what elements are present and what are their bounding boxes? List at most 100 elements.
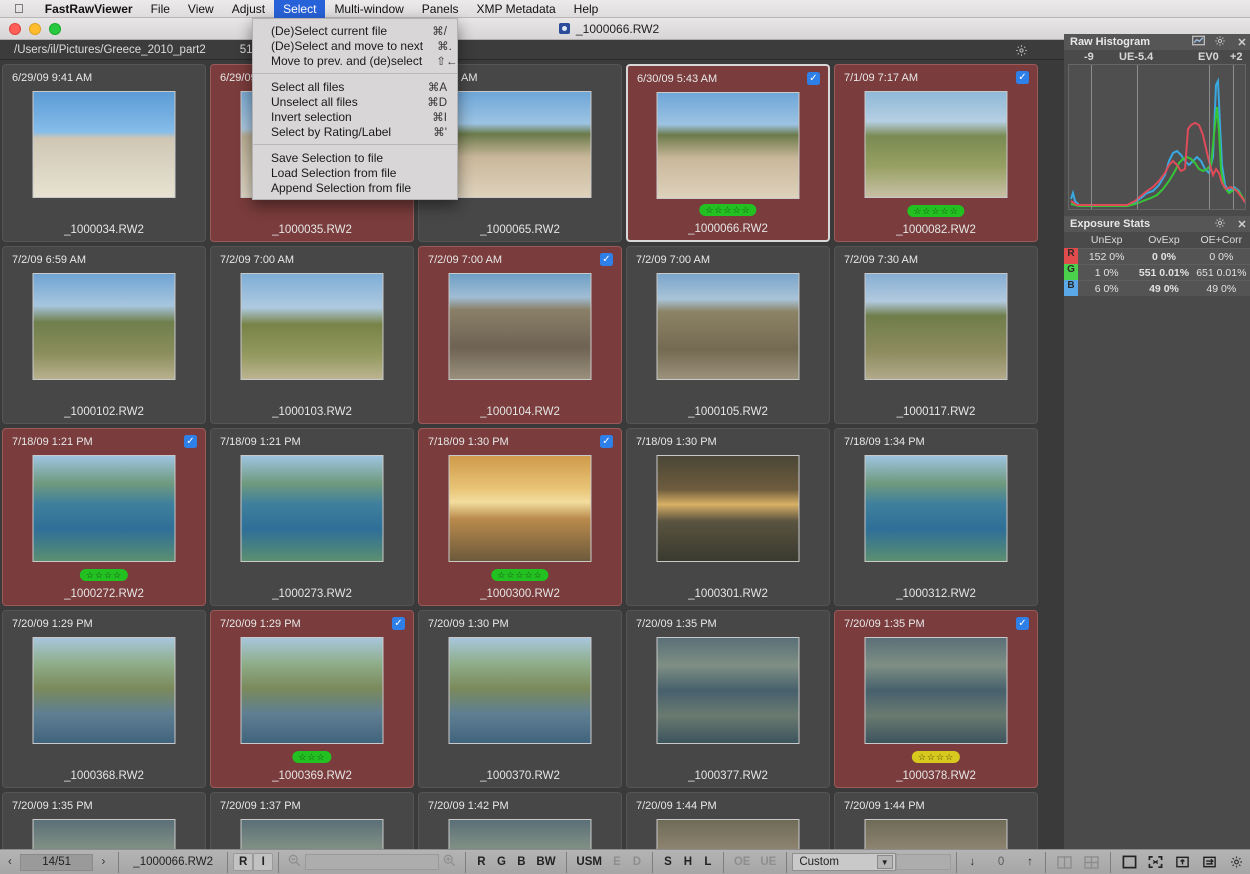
thumbnail-image[interactable] [33, 273, 176, 380]
menu-panels[interactable]: Panels [413, 0, 468, 18]
menu-item[interactable]: (De)Select current file⌘/ [253, 23, 457, 38]
usm-button[interactable]: USM [572, 853, 607, 871]
highlights-button[interactable]: H [678, 853, 698, 871]
menu-view[interactable]: View [179, 0, 223, 18]
menu-select[interactable]: Select [274, 0, 325, 18]
settings-icon[interactable] [1227, 854, 1246, 871]
grid-icon[interactable] [1082, 854, 1101, 871]
thumbnail-image[interactable] [865, 637, 1008, 744]
thumbnail-image[interactable] [241, 455, 384, 562]
sharpen-e-button[interactable]: E [607, 853, 627, 871]
close-icon[interactable]: ✕ [1234, 218, 1250, 231]
thumbnail-checkbox[interactable]: ✓ [1016, 617, 1029, 630]
thumbnail-checkbox[interactable]: ✓ [807, 72, 820, 85]
menu-item[interactable]: Select by Rating/Label⌘' [253, 124, 457, 139]
thumbnail-cell[interactable]: 7/2/09 7:00 AM_1000105.RW2 [626, 246, 830, 424]
maximize-button[interactable] [49, 23, 61, 35]
close-icon[interactable]: ✕ [1234, 36, 1250, 49]
thumbnail-cell[interactable]: 7/2/09 6:59 AM_1000102.RW2 [2, 246, 206, 424]
thumbnail-cell[interactable]: 7/18/09 1:34 PM_1000312.RW2 [834, 428, 1038, 606]
thumbnail-image[interactable] [657, 637, 800, 744]
sharpen-d-button[interactable]: D [627, 853, 647, 871]
menu-item[interactable]: Unselect all files⌘D [253, 94, 457, 109]
thumbnail-image[interactable] [449, 91, 592, 198]
gear-icon[interactable] [1212, 35, 1228, 50]
thumbnail-cell[interactable]: 7/20/09 1:42 PM [418, 792, 622, 849]
channel-bw-button[interactable]: BW [531, 853, 560, 871]
thumbnail-cell[interactable]: 7/20/09 1:35 PM_1000377.RW2 [626, 610, 830, 788]
thumbnail-checkbox[interactable]: ✓ [1016, 71, 1029, 84]
gear-icon[interactable] [1212, 217, 1228, 232]
thumbnail-image[interactable] [241, 273, 384, 380]
thumbnail-cell[interactable]: 7/2/09 7:00 AM_1000103.RW2 [210, 246, 414, 424]
thumbnail-cell[interactable]: 7/2/09 7:30 AM_1000117.RW2 [834, 246, 1038, 424]
thumbnail-image[interactable] [865, 91, 1008, 198]
overexposure-button[interactable]: OE [729, 853, 756, 871]
single-icon[interactable] [1120, 854, 1139, 871]
menu-item[interactable]: Load Selection from file [253, 165, 457, 180]
thumbnail-image[interactable] [449, 819, 592, 849]
thumbnail-cell[interactable]: 7/20/09 1:29 PM_1000368.RW2 [2, 610, 206, 788]
thumbnail-cell[interactable]: 7/20/09 1:37 PM [210, 792, 414, 849]
thumbnail-rating-label[interactable]: ☆☆☆☆ [80, 569, 128, 581]
thumbnail-image[interactable] [657, 819, 800, 849]
thumbnail-image[interactable] [33, 455, 176, 562]
toggle-i-button[interactable]: I [253, 853, 273, 871]
raw-histogram-plot[interactable] [1068, 64, 1246, 210]
thumbnail-image[interactable] [33, 819, 176, 849]
menu-item[interactable]: Append Selection from file [253, 180, 457, 195]
toggle-r-button[interactable]: R [233, 853, 253, 871]
minimize-button[interactable] [29, 23, 41, 35]
select-dropdown-menu[interactable]: (De)Select current file⌘/(De)Select and … [252, 18, 458, 200]
menu-fastrawviewer[interactable]: FastRawViewer [36, 0, 142, 18]
chevron-down-icon[interactable]: ▼ [877, 855, 893, 869]
thumbnail-cell[interactable]: 6/30/09 5:43 AM✓☆☆☆☆☆_1000066.RW2 [626, 64, 830, 242]
thumbnail-image[interactable] [241, 637, 384, 744]
thumbnail-rating-label[interactable]: ☆☆☆☆ [912, 751, 960, 763]
thumbnail-cell[interactable]: 6/29/09 9:41 AM_1000034.RW2 [2, 64, 206, 242]
export-icon[interactable] [1173, 854, 1192, 871]
thumbnail-cell[interactable]: 7/20/09 1:44 PM [626, 792, 830, 849]
thumbnail-image[interactable] [865, 455, 1008, 562]
menu-item[interactable]: (De)Select and move to next⌘. [253, 38, 457, 53]
thumbnail-checkbox[interactable]: ✓ [600, 435, 613, 448]
step-up-button[interactable]: ↑ [1020, 856, 1040, 868]
fullscreen-icon[interactable] [1147, 854, 1166, 871]
thumbnail-image[interactable] [657, 92, 800, 199]
lights-button[interactable]: L [698, 853, 718, 871]
zoom-slider[interactable] [305, 854, 439, 870]
step-down-button[interactable]: ↓ [962, 856, 982, 868]
channel-g-button[interactable]: G [491, 853, 511, 871]
close-button[interactable] [9, 23, 21, 35]
chart-icon[interactable] [1190, 35, 1206, 49]
thumbnail-checkbox[interactable]: ✓ [600, 253, 613, 266]
swap-icon[interactable] [1200, 854, 1219, 871]
thumbnail-cell[interactable]: 7/18/09 1:21 PM✓☆☆☆☆_1000272.RW2 [2, 428, 206, 606]
thumbnail-image[interactable] [33, 91, 176, 198]
thumbnail-cell[interactable]: 7/1/09 7:17 AM✓☆☆☆☆☆_1000082.RW2 [834, 64, 1038, 242]
menu-item[interactable]: Move to prev. and (de)select⇧← [253, 53, 457, 68]
channel-r-button[interactable]: R [471, 853, 491, 871]
thumbnail-cell[interactable]: 7/18/09 1:30 PM✓☆☆☆☆☆_1000300.RW2 [418, 428, 622, 606]
thumbnail-image[interactable] [657, 455, 800, 562]
thumbnail-image[interactable] [449, 455, 592, 562]
thumbnail-cell[interactable]: 7/20/09 1:35 PM✓☆☆☆☆_1000378.RW2 [834, 610, 1038, 788]
underexposure-button[interactable]: UE [755, 853, 781, 871]
menu-file[interactable]: File [142, 0, 179, 18]
menu-help[interactable]: Help [565, 0, 608, 18]
thumbnail-grid-area[interactable]: 6/29/09 9:41 AM_1000034.RW26/29/09 9:4_1… [0, 60, 1062, 849]
thumbnail-cell[interactable]: 7/18/09 1:30 PM_1000301.RW2 [626, 428, 830, 606]
menu-multi-window[interactable]: Multi-window [325, 0, 412, 18]
zoom-out-icon[interactable] [284, 854, 305, 870]
two-pane-icon[interactable] [1055, 854, 1074, 871]
menu-item[interactable]: Invert selection⌘I [253, 109, 457, 124]
thumbnail-rating-label[interactable]: ☆☆☆☆☆ [491, 569, 548, 581]
thumbnail-image[interactable] [865, 273, 1008, 380]
thumbnail-cell[interactable]: 7/2/09 7:00 AM✓_1000104.RW2 [418, 246, 622, 424]
thumbnail-checkbox[interactable]: ✓ [184, 435, 197, 448]
menu-adjust[interactable]: Adjust [223, 0, 274, 18]
thumbnail-image[interactable] [449, 637, 592, 744]
menu-item[interactable]: Save Selection to file [253, 150, 457, 165]
prev-image-button[interactable]: ‹ [0, 856, 20, 868]
thumbnail-cell[interactable]: 7/20/09 1:29 PM✓☆☆☆_1000369.RW2 [210, 610, 414, 788]
